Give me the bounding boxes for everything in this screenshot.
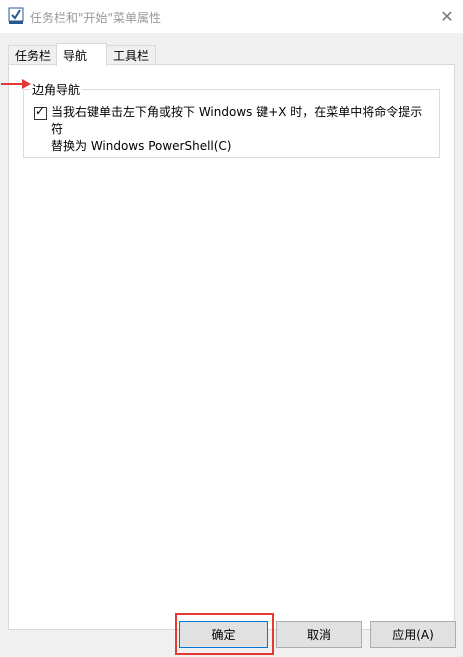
window-title: 任务栏和"开始"菜单属性	[30, 11, 162, 25]
title-bar: 任务栏和"开始"菜单属性 ✕	[0, 0, 463, 33]
tab-taskbar[interactable]: 任务栏	[8, 45, 59, 65]
navigation-tab-panel: 边角导航 ✓ 当我右键单击左下角或按下 Windows 键+X 时，在菜单中将命…	[8, 64, 455, 630]
group-title: 边角导航	[30, 81, 83, 98]
replace-cmd-checkbox-label: 当我右键单击左下角或按下 Windows 键+X 时，在菜单中将命令提示符 替换…	[51, 104, 434, 155]
dialog-client-area: 任务栏 导航 工具栏 边角导航 ✓ 当我右键单击左下角或按下 Windows 键…	[0, 33, 463, 657]
replace-cmd-checkbox[interactable]: ✓	[34, 104, 47, 120]
check-icon: ✓	[35, 104, 46, 118]
corner-navigation-group: 边角导航 ✓ 当我右键单击左下角或按下 Windows 键+X 时，在菜单中将命…	[23, 81, 440, 158]
cancel-button[interactable]: 取消	[276, 621, 362, 648]
taskbar-properties-app-icon	[8, 7, 24, 24]
tab-navigation[interactable]: 导航	[56, 43, 107, 66]
label-line-2: 替换为 Windows PowerShell(C)	[51, 139, 232, 153]
replace-cmd-with-powershell-option[interactable]: ✓ 当我右键单击左下角或按下 Windows 键+X 时，在菜单中将命令提示符 …	[34, 104, 434, 155]
label-line-1: 当我右键单击左下角或按下 Windows 键+X 时，在菜单中将命令提示符	[51, 105, 423, 136]
red-arrow-annotation-icon	[1, 79, 31, 89]
close-icon[interactable]: ✕	[431, 0, 463, 33]
ok-button-highlight-annotation	[175, 613, 274, 655]
apply-button[interactable]: 应用(A)	[370, 621, 456, 648]
tab-toolbars[interactable]: 工具栏	[106, 45, 157, 65]
